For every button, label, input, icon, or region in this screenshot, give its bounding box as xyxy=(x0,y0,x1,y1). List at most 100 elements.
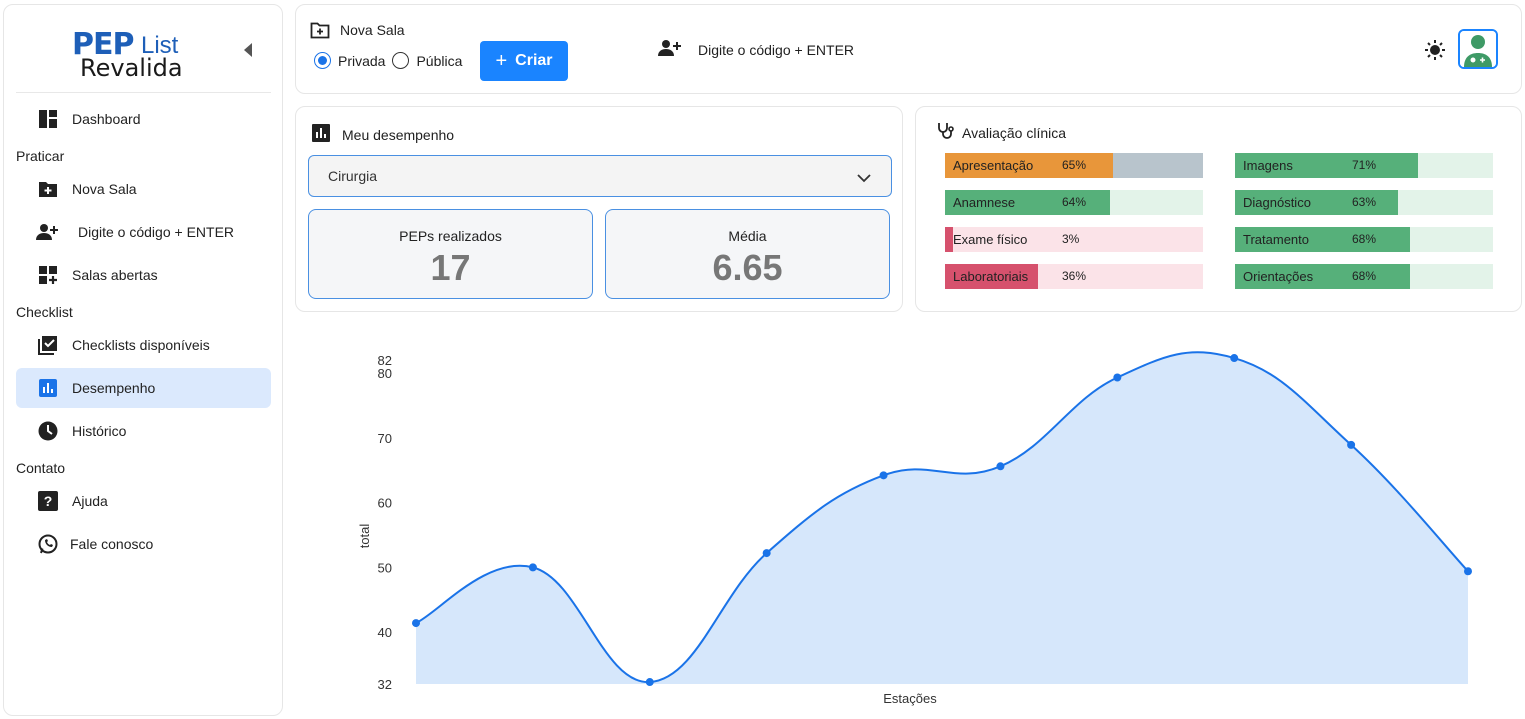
person-add-icon xyxy=(36,222,58,242)
bar-chart-icon xyxy=(38,378,58,398)
peps-stat-card: PEPs realizados 17 xyxy=(308,209,593,299)
eval-bar-percent: 64% xyxy=(1062,195,1087,209)
sidebar-item-label: Histórico xyxy=(72,423,127,439)
specialty-select-value: Cirurgia xyxy=(328,168,378,184)
eval-bar-percent: 68% xyxy=(1352,269,1377,283)
sidebar-item-historico[interactable]: Histórico xyxy=(16,411,271,451)
bar-chart-icon xyxy=(312,124,330,145)
section-checklist: Checklist xyxy=(16,304,73,320)
eval-bar-label: Laboratoriais xyxy=(953,269,1029,284)
sidebar-item-dashboard[interactable]: Dashboard xyxy=(16,99,271,139)
clinical-evaluation-title: Avaliação clínica xyxy=(962,124,1067,141)
sidebar-item-label: Ajuda xyxy=(72,493,108,509)
sidebar-item-label: Fale conosco xyxy=(70,536,154,552)
y-tick-label: 82 xyxy=(378,353,392,368)
sidebar-item-nova-sala[interactable]: Nova Sala xyxy=(16,169,271,209)
eval-bar-percent: 63% xyxy=(1352,195,1377,209)
visibility-radio-group: Privada Pública xyxy=(314,52,462,69)
area-chart-svg: 32 40 50 60 70 8082 total Estações xyxy=(357,351,1472,706)
performance-card: Meu desempenho Cirurgia PEPs realizados … xyxy=(295,106,903,312)
y-tick-label: 50 xyxy=(378,560,392,575)
y-tick-label: 70 xyxy=(378,431,392,446)
sidebar-item-codigo[interactable]: Digite o código + ENTER xyxy=(16,212,271,252)
stethoscope-icon xyxy=(936,122,954,143)
y-tick-label: 80 xyxy=(378,366,392,381)
chart-point[interactable] xyxy=(645,678,654,687)
criar-button[interactable]: + Criar xyxy=(480,41,568,81)
radio-publica[interactable] xyxy=(392,52,410,69)
eval-bar: Laboratoriais 36% xyxy=(945,264,1203,289)
eval-bar-percent: 36% xyxy=(1062,269,1087,283)
y-tick-label: 60 xyxy=(378,496,392,511)
section-contato: Contato xyxy=(16,460,66,476)
y-axis-label: total xyxy=(357,524,372,549)
top-bar: Nova Sala Privada Pública + Criar Digite… xyxy=(295,4,1522,94)
sidebar-item-label: Salas abertas xyxy=(72,267,158,283)
collapse-sidebar-icon[interactable] xyxy=(244,43,252,57)
eval-bar: Diagnóstico 63% xyxy=(1235,190,1493,215)
y-tick-label: 40 xyxy=(378,625,392,640)
eval-bar: Apresentação 65% xyxy=(945,153,1203,178)
chevron-down-icon xyxy=(857,170,871,186)
join-code-input[interactable]: Digite o código + ENTER xyxy=(658,39,854,60)
chart-point[interactable] xyxy=(1347,440,1356,449)
chart-point[interactable] xyxy=(996,462,1005,471)
media-label: Média xyxy=(728,228,767,244)
person-add-icon xyxy=(658,39,682,60)
radio-publica-label: Pública xyxy=(416,52,463,69)
eval-bar: Orientações 68% xyxy=(1235,264,1493,289)
media-value: 6.65 xyxy=(712,247,783,288)
x-axis-label: Estações xyxy=(883,691,937,706)
app-logo[interactable]: PEP List Revalida xyxy=(72,27,212,83)
sidebar-item-fale-conosco[interactable]: Fale conosco xyxy=(16,524,271,564)
specialty-select[interactable]: Cirurgia xyxy=(308,155,892,197)
y-tick-label: 32 xyxy=(378,677,392,692)
clinical-evaluation-card: Avaliação clínica Apresentação 65% Anamnes… xyxy=(915,106,1522,312)
chart-point[interactable] xyxy=(528,563,537,572)
criar-button-label: Criar xyxy=(515,52,553,69)
nova-sala-title: Nova Sala xyxy=(340,22,405,38)
chart-point[interactable] xyxy=(879,471,888,480)
radio-privada-label: Privada xyxy=(338,52,386,69)
help-icon: ? xyxy=(38,491,58,511)
sun-icon[interactable] xyxy=(1424,39,1446,61)
folder-add-icon xyxy=(38,179,58,199)
eval-bar-fill xyxy=(945,227,953,252)
chart-point[interactable] xyxy=(412,619,420,628)
performance-title: Meu desempenho xyxy=(342,126,455,143)
eval-bar-percent: 68% xyxy=(1352,232,1377,246)
chart-area-fill xyxy=(416,352,1468,684)
eval-bar-percent: 71% xyxy=(1352,158,1377,172)
chart-point[interactable] xyxy=(1230,354,1239,363)
eval-bar-percent: 3% xyxy=(1062,232,1080,246)
media-stat-card: Média 6.65 xyxy=(605,209,890,299)
eval-bar: Anamnese 64% xyxy=(945,190,1203,215)
avatar[interactable] xyxy=(1458,29,1498,69)
chart-point[interactable] xyxy=(1464,567,1472,576)
dashboard-icon xyxy=(38,109,58,129)
sidebar-item-ajuda[interactable]: ? Ajuda xyxy=(16,481,271,521)
sidebar-item-salas-abertas[interactable]: Salas abertas xyxy=(16,255,271,295)
peps-value: 17 xyxy=(430,247,471,288)
eval-bar-label: Apresentação xyxy=(953,158,1034,173)
sidebar: PEP List Revalida Dashboard Praticar Nov… xyxy=(3,4,283,716)
sidebar-item-desempenho[interactable]: Desempenho xyxy=(16,368,271,408)
chart-point[interactable] xyxy=(762,549,771,558)
sidebar-item-label: Digite o código + ENTER xyxy=(78,224,235,240)
radio-privada[interactable] xyxy=(314,52,331,69)
eval-bar-percent: 65% xyxy=(1062,158,1087,172)
eval-bar-label: Diagnóstico xyxy=(1243,195,1311,210)
folder-add-icon xyxy=(310,21,330,39)
eval-bar-label: Imagens xyxy=(1243,158,1293,173)
peps-label: PEPs realizados xyxy=(399,228,502,244)
clinical-evaluation-header: Avaliação clínica xyxy=(936,122,1066,143)
chart-point[interactable] xyxy=(1113,373,1122,382)
eval-bar: Tratamento 68% xyxy=(1235,227,1493,252)
eval-bar-label: Tratamento xyxy=(1243,232,1309,247)
sidebar-item-checklists[interactable]: Checklists disponíveis xyxy=(16,325,271,365)
performance-header: Meu desempenho xyxy=(312,124,454,145)
sidebar-item-label: Nova Sala xyxy=(72,181,137,197)
eval-bar: Exame físico 3% xyxy=(945,227,1203,252)
performance-chart: 32 40 50 60 70 80 82 total Estações xyxy=(295,330,1522,716)
grid-add-icon xyxy=(38,265,58,285)
